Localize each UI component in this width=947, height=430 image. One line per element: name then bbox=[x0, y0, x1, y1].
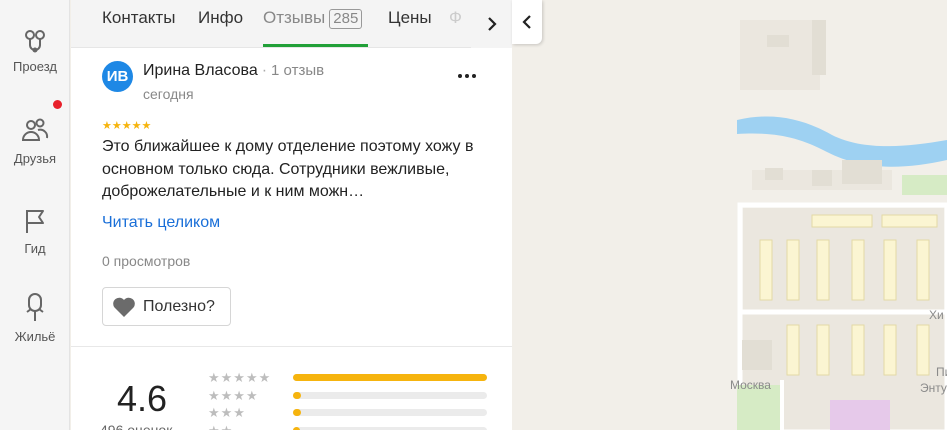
reviewer-reviews-count: 1 отзыв bbox=[271, 62, 325, 79]
histogram-bar-track bbox=[293, 409, 487, 416]
heart-icon bbox=[113, 297, 135, 317]
friends-icon bbox=[21, 118, 49, 141]
reviewer-name[interactable]: Ирина Власова bbox=[143, 62, 258, 79]
nav-item-housing-label: Жильё bbox=[14, 329, 56, 344]
review-text: Это ближайшее к дому отделение поэтому х… bbox=[102, 138, 474, 200]
map-label-entu: Энту bbox=[920, 381, 947, 395]
nav-item-route-label: Проезд bbox=[12, 59, 57, 74]
histogram-row: ★★★ bbox=[208, 405, 488, 420]
histogram-stars: ★★★ bbox=[208, 405, 246, 420]
nav-item-guide-label: Гид bbox=[24, 241, 46, 256]
housing-icon bbox=[26, 293, 44, 321]
tabs-scroll-right-button[interactable] bbox=[471, 0, 512, 48]
tab-bar: Контакты Инфо Отзывы 285 Цены Ф bbox=[71, 0, 512, 48]
app-root: Проезд Друзья Гид Жильё Контакты Инфо От… bbox=[0, 0, 947, 430]
notification-dot bbox=[53, 100, 62, 109]
histogram-stars: ★★★★ bbox=[208, 388, 259, 403]
tab-overflow-partial: Ф bbox=[449, 8, 462, 27]
nav-item-route[interactable]: Проезд bbox=[0, 26, 70, 74]
histogram-stars: ★★★★★ bbox=[208, 370, 272, 385]
section-divider bbox=[71, 346, 512, 347]
histogram-row: ★★★★★ bbox=[208, 370, 488, 385]
flag-icon bbox=[26, 210, 44, 233]
histogram-bar-fill bbox=[293, 409, 301, 416]
review-date: сегодня bbox=[143, 86, 194, 102]
chevron-left-icon bbox=[522, 15, 531, 29]
histogram-row: ★★★★ bbox=[208, 388, 488, 403]
read-more-link[interactable]: Читать целиком bbox=[102, 214, 220, 232]
histogram-bar-track bbox=[293, 374, 487, 381]
map-label-moskva: Москва bbox=[730, 378, 771, 392]
nav-item-guide[interactable]: Гид bbox=[0, 205, 70, 256]
collapse-panel-button[interactable] bbox=[512, 0, 542, 44]
chevron-right-icon bbox=[487, 17, 497, 31]
histogram-stars: ★★ bbox=[208, 423, 233, 430]
route-icon bbox=[25, 30, 45, 53]
review-header: Ирина Власова · 1 отзыв bbox=[143, 62, 324, 80]
tab-reviews[interactable]: Отзывы 285 bbox=[263, 8, 363, 48]
left-nav-rail: Проезд Друзья Гид Жильё bbox=[0, 0, 70, 430]
map-label-khi: Хи bbox=[929, 308, 944, 322]
map-label-pi: Пи bbox=[936, 365, 947, 379]
histogram-bar-fill bbox=[293, 374, 487, 381]
histogram-bar-track bbox=[293, 392, 487, 399]
organization-panel: Контакты Инфо Отзывы 285 Цены Ф ИВ Ирина … bbox=[71, 0, 512, 430]
ratings-count: 496 оценок bbox=[100, 422, 173, 430]
reviews-count-badge: 285 bbox=[329, 9, 363, 29]
tab-contacts[interactable]: Контакты bbox=[102, 8, 175, 48]
more-options-icon[interactable] bbox=[455, 64, 479, 88]
nav-item-friends[interactable]: Друзья bbox=[0, 115, 70, 166]
active-tab-indicator bbox=[263, 44, 368, 47]
map-view[interactable]: Москва Хи Пи Энту bbox=[512, 0, 947, 430]
review-stars: ★★★★★ bbox=[102, 120, 152, 132]
separator-dot: · bbox=[261, 62, 268, 79]
average-rating: 4.6 bbox=[117, 378, 168, 419]
reviewer-avatar[interactable]: ИВ bbox=[102, 61, 133, 92]
histogram-row: ★★ bbox=[208, 423, 488, 430]
tab-reviews-label: Отзывы bbox=[263, 8, 326, 27]
tab-info[interactable]: Инфо bbox=[198, 8, 243, 48]
histogram-bar-fill bbox=[293, 392, 301, 399]
nav-item-housing[interactable]: Жильё bbox=[0, 293, 70, 344]
map-canvas bbox=[512, 0, 947, 430]
review-views: 0 просмотров bbox=[102, 253, 191, 269]
useful-button-label: Полезно? bbox=[143, 297, 215, 315]
nav-item-friends-label: Друзья bbox=[13, 151, 57, 166]
useful-button[interactable]: Полезно? bbox=[102, 287, 231, 326]
tab-prices[interactable]: Цены bbox=[388, 8, 432, 48]
